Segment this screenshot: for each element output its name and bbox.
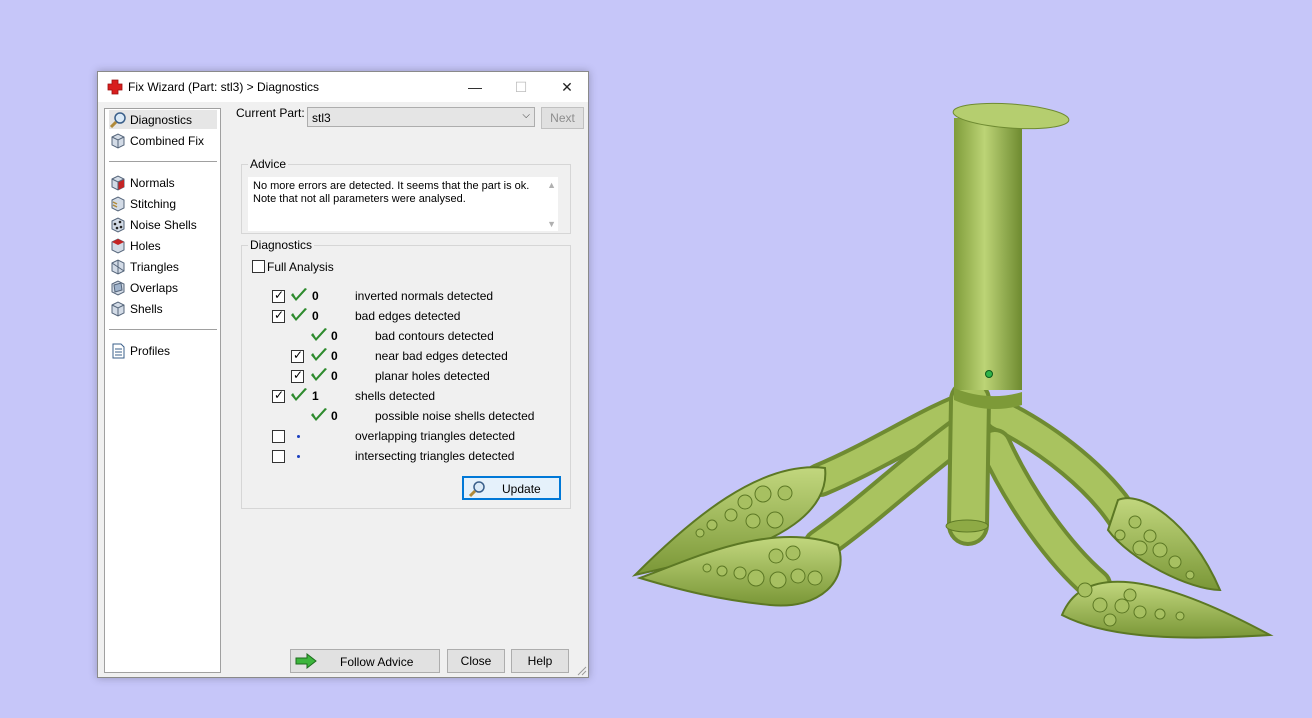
- noise-shells-icon: [111, 216, 125, 233]
- fix-wizard-dialog: Fix Wizard (Part: stl3) > Diagnostics — …: [97, 71, 589, 678]
- label-noise-shells: possible noise shells detected: [375, 409, 535, 423]
- advice-line-2: Note that not all parameters were analys…: [253, 193, 466, 205]
- sidebar-item-normals[interactable]: Normals: [109, 173, 217, 192]
- sidebar-item-label: Overlaps: [130, 280, 179, 295]
- overlaps-icon: [111, 279, 125, 296]
- sidebar-item-label: Profiles: [130, 343, 171, 358]
- sidebar-divider: [109, 161, 217, 162]
- sidebar-item-label: Holes: [130, 238, 161, 253]
- sidebar-divider: [109, 329, 217, 330]
- pending-dot-icon: [297, 435, 300, 438]
- sidebar-item-label: Noise Shells: [130, 217, 197, 232]
- row-checkbox-planar-holes[interactable]: ✓: [291, 368, 304, 383]
- scroll-up-icon[interactable]: ▲: [547, 180, 556, 190]
- magnifier-icon: [468, 481, 485, 498]
- check-icon: [291, 388, 307, 401]
- sidebar-item-label: Combined Fix: [130, 133, 205, 148]
- holes-icon: [111, 237, 125, 254]
- sidebar-item-triangles[interactable]: Triangles: [109, 257, 217, 276]
- sidebar-item-holes[interactable]: Holes: [109, 236, 217, 255]
- advice-line-1: No more errors are detected. It seems th…: [253, 180, 530, 192]
- scroll-down-icon[interactable]: ▼: [547, 219, 556, 229]
- sidebar-item-stitching[interactable]: Stitching: [109, 194, 217, 213]
- count-noise-shells: 0: [331, 409, 338, 423]
- label-intersecting: intersecting triangles detected: [355, 449, 515, 463]
- close-button[interactable]: Close: [447, 649, 505, 673]
- update-button[interactable]: Update: [462, 476, 561, 500]
- cube-icon: [111, 132, 125, 149]
- follow-advice-label: Follow Advice: [340, 655, 414, 669]
- update-label: Update: [502, 482, 541, 496]
- sidebar-item-label: Triangles: [130, 259, 179, 274]
- row-checkbox-near-bad-edges[interactable]: ✓: [291, 348, 304, 363]
- label-bad-contours: bad contours detected: [375, 329, 494, 343]
- full-analysis-checkbox[interactable]: [252, 260, 265, 273]
- count-near-bad-edges: 0: [331, 349, 338, 363]
- maximize-button[interactable]: ☐: [498, 72, 544, 102]
- count-inverted-normals: 0: [312, 289, 319, 303]
- window-title: Fix Wizard (Part: stl3) > Diagnostics: [128, 80, 320, 94]
- full-analysis-label: Full Analysis: [267, 260, 334, 274]
- check-icon: [291, 308, 307, 321]
- next-button[interactable]: Next: [541, 107, 584, 129]
- sidebar-item-overlaps[interactable]: Overlaps: [109, 278, 217, 297]
- advice-textbox[interactable]: No more errors are detected. It seems th…: [248, 177, 558, 231]
- triangles-icon: [111, 258, 125, 275]
- sidebar-item-label: Diagnostics: [130, 112, 193, 127]
- label-overlapping: overlapping triangles detected: [355, 429, 516, 443]
- check-icon: [311, 408, 327, 421]
- help-button[interactable]: Help: [511, 649, 569, 673]
- green-arrow-icon: [295, 653, 317, 669]
- sidebar-item-profiles[interactable]: Profiles: [109, 341, 217, 360]
- label-planar-holes: planar holes detected: [375, 369, 490, 383]
- current-part-value: stl3: [312, 111, 331, 125]
- sidebar-item-combined-fix[interactable]: Combined Fix: [109, 131, 217, 150]
- count-bad-contours: 0: [331, 329, 338, 343]
- count-bad-edges: 0: [312, 309, 319, 323]
- sidebar-item-label: Shells: [130, 301, 163, 316]
- minimize-button[interactable]: —: [452, 72, 498, 102]
- chevron-down-icon: ⌵: [522, 110, 530, 121]
- sidebar-item-diagnostics[interactable]: Diagnostics: [109, 110, 217, 129]
- row-checkbox-bad-edges[interactable]: ✓: [272, 308, 285, 323]
- check-icon: [311, 328, 327, 341]
- stitching-icon: [111, 195, 125, 212]
- red-cross-icon: [107, 79, 123, 95]
- row-checkbox-shells[interactable]: ✓: [272, 388, 285, 403]
- sidebar-item-shells[interactable]: Shells: [109, 299, 217, 318]
- label-bad-edges: bad edges detected: [355, 309, 461, 323]
- sidebar-item-noise-shells[interactable]: Noise Shells: [109, 215, 217, 234]
- current-part-label: Current Part:: [236, 106, 305, 120]
- diagnostics-title: Diagnostics: [248, 238, 315, 252]
- normals-cube-icon: [111, 174, 125, 191]
- label-shells: shells detected: [355, 389, 436, 403]
- check-icon: [311, 348, 327, 361]
- row-checkbox-overlapping[interactable]: [272, 430, 285, 443]
- current-part-select[interactable]: stl3 ⌵: [307, 107, 535, 127]
- sidebar: Diagnostics Combined Fix Normals Stitchi…: [104, 108, 221, 673]
- resize-grip-icon[interactable]: [575, 664, 587, 676]
- close-window-button[interactable]: ✕: [544, 72, 590, 102]
- title-bar[interactable]: Fix Wizard (Part: stl3) > Diagnostics — …: [98, 72, 588, 102]
- label-near-bad-edges: near bad edges detected: [375, 349, 508, 363]
- count-shells: 1: [312, 389, 319, 403]
- pending-dot-icon: [297, 455, 300, 458]
- label-inverted-normals: inverted normals detected: [355, 289, 494, 303]
- advice-title: Advice: [248, 157, 289, 171]
- check-icon: [291, 288, 307, 301]
- check-icon: [311, 368, 327, 381]
- row-checkbox-intersecting[interactable]: [272, 450, 285, 463]
- shells-icon: [111, 300, 125, 317]
- row-checkbox-inverted-normals[interactable]: ✓: [272, 288, 285, 303]
- count-planar-holes: 0: [331, 369, 338, 383]
- follow-advice-button[interactable]: Follow Advice: [290, 649, 440, 673]
- sidebar-item-label: Normals: [130, 175, 175, 190]
- magnifier-icon: [109, 111, 126, 128]
- sidebar-item-label: Stitching: [130, 196, 177, 211]
- profiles-icon: [112, 343, 125, 358]
